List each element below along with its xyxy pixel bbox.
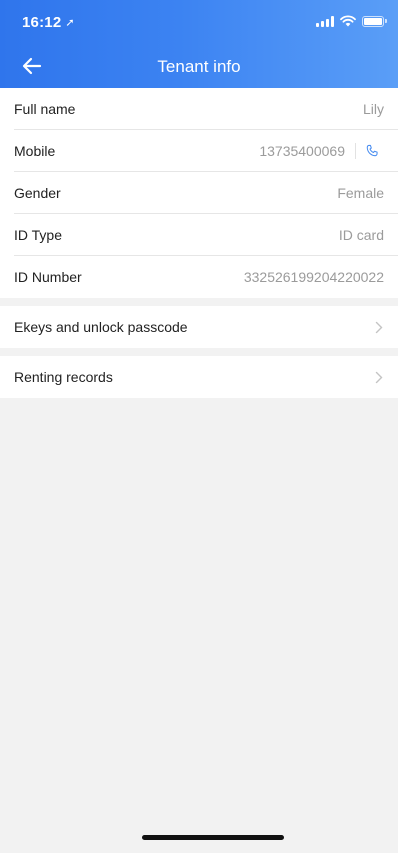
id-number-label: ID Number: [14, 269, 82, 285]
row-id-type: ID Type ID card: [0, 214, 398, 256]
status-indicators: [316, 15, 387, 27]
tenant-info-group: Full name Lily Mobile 13735400069 Gender…: [0, 88, 398, 298]
battery-icon: [362, 15, 387, 27]
chevron-right-icon: [374, 370, 384, 384]
renting-records-row[interactable]: Renting records: [0, 356, 398, 398]
gender-label: Gender: [14, 185, 61, 201]
id-type-label: ID Type: [14, 227, 62, 243]
row-mobile: Mobile 13735400069: [0, 130, 398, 172]
full-name-label: Full name: [14, 101, 76, 117]
screen: 16:12 ➚ Tenant info Full name Lily Mobil…: [0, 0, 398, 853]
row-id-number: ID Number 332526199204220022: [0, 256, 398, 298]
header: 16:12 ➚ Tenant info: [0, 0, 398, 88]
status-time: 16:12 ➚: [22, 14, 75, 31]
id-number-value: 332526199204220022: [243, 269, 384, 285]
chevron-right-icon: [374, 320, 384, 334]
row-gender: Gender Female: [0, 172, 398, 214]
ekeys-row[interactable]: Ekeys and unlock passcode: [0, 306, 398, 348]
status-bar: 16:12 ➚: [0, 0, 398, 44]
ekeys-label: Ekeys and unlock passcode: [14, 319, 188, 335]
nav-bar: Tenant info: [0, 44, 398, 88]
home-indicator[interactable]: [142, 835, 284, 840]
status-time-text: 16:12: [22, 14, 62, 31]
renting-records-label: Renting records: [14, 369, 113, 385]
gender-value: Female: [337, 185, 384, 201]
page-title: Tenant info: [157, 57, 241, 76]
ekeys-group: Ekeys and unlock passcode: [0, 306, 398, 348]
wifi-icon: [340, 15, 356, 27]
renting-records-group: Renting records: [0, 356, 398, 398]
id-type-value: ID card: [338, 227, 384, 243]
mobile-label: Mobile: [14, 143, 56, 159]
full-name-value: Lily: [362, 101, 384, 117]
location-arrow-icon: ➚: [65, 17, 75, 29]
phone-call-button[interactable]: [364, 143, 380, 159]
row-full-name: Full name Lily: [0, 88, 398, 130]
phone-icon: [366, 144, 378, 157]
mobile-value: 13735400069: [259, 143, 345, 159]
phone-divider: [355, 143, 356, 159]
cellular-signal-icon: [316, 15, 334, 27]
